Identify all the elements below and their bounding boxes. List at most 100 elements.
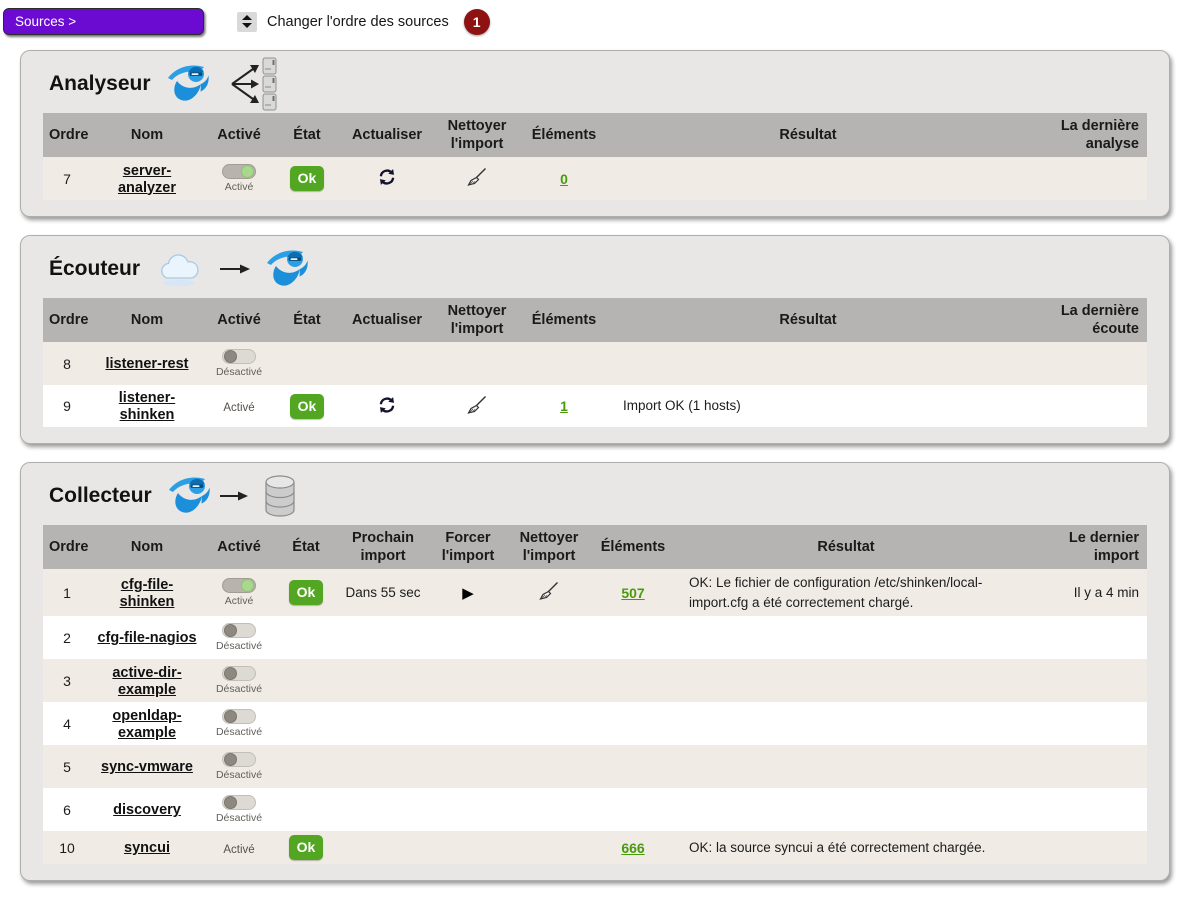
source-name-link[interactable]: server-analyzer — [118, 163, 176, 196]
refresh-icon — [378, 396, 396, 414]
source-name-link[interactable]: active-dir-example — [112, 665, 181, 698]
active-toggle[interactable] — [222, 349, 256, 364]
panel-collecteur: Collecteur Ordre — [20, 462, 1170, 881]
column-header: Éléments — [591, 525, 675, 569]
elements-link[interactable]: 1 — [560, 398, 568, 414]
column-header: Nettoyer l'import — [435, 298, 519, 342]
cell-ordre: 4 — [43, 702, 91, 745]
elements-link[interactable]: 0 — [560, 171, 568, 187]
cell-nom: listener-rest — [91, 342, 203, 385]
cell-active: Désactivé — [203, 702, 275, 745]
header-row: Ordre Nom Activé État Prochain import Fo… — [43, 525, 1147, 569]
cell-active: Désactivé — [203, 745, 275, 788]
reorder-sources-control[interactable] — [237, 12, 257, 32]
section-title: Écouteur — [49, 257, 140, 281]
column-header: Ordre — [43, 298, 91, 342]
cell-active: Désactivé — [203, 342, 275, 385]
refresh-button[interactable] — [378, 168, 396, 186]
cell-ordre: 1 — [43, 569, 91, 616]
cell-etat: Ok — [275, 157, 339, 200]
cell-nettoyer — [435, 342, 519, 385]
source-name-link[interactable]: listener-rest — [105, 356, 188, 372]
column-header: Prochain import — [337, 525, 429, 569]
ecouteur-table: Ordre Nom Activé État Actualiser Nettoye… — [43, 298, 1147, 427]
toggle-knob — [224, 624, 237, 637]
active-toggle[interactable] — [222, 578, 256, 593]
servers-stack-icon — [229, 57, 287, 111]
column-header: Résultat — [675, 525, 1017, 569]
source-name-link[interactable]: cfg-file-shinken — [120, 577, 175, 610]
column-header: Activé — [203, 113, 275, 157]
source-name-link[interactable]: cfg-file-nagios — [97, 630, 196, 646]
toggle-state-label: Désactivé — [216, 366, 262, 378]
table-row: 3 active-dir-example Désactivé — [43, 659, 1147, 702]
source-name-link[interactable]: listener-shinken — [119, 390, 175, 423]
column-header: Résultat — [609, 298, 1007, 342]
cell-resultat: Import OK (1 hosts) — [609, 385, 1007, 427]
clean-import-button[interactable] — [539, 581, 559, 601]
source-name-link[interactable]: syncui — [124, 840, 170, 856]
cell-etat: Ok — [275, 831, 337, 864]
broom-icon — [467, 395, 487, 415]
force-import-button[interactable]: ▶ — [462, 585, 474, 602]
elements-link[interactable]: 507 — [621, 585, 644, 601]
cell-prochain: Dans 55 sec — [337, 569, 429, 616]
source-name-link[interactable]: discovery — [113, 802, 181, 818]
clean-import-button[interactable] — [467, 167, 487, 187]
toggle-state-label: Désactivé — [216, 812, 262, 824]
column-header: Nom — [91, 113, 203, 157]
cell-last — [1007, 385, 1147, 427]
active-toggle[interactable] — [222, 709, 256, 724]
arrow-right-icon — [220, 263, 250, 275]
cell-active: Désactivé — [203, 788, 275, 831]
toggle-state-label: Désactivé — [216, 683, 262, 695]
cell-ordre: 8 — [43, 342, 91, 385]
source-name-link[interactable]: openldap-example — [112, 708, 181, 741]
arrow-right-icon — [220, 490, 248, 502]
cell-nom: syncui — [91, 831, 203, 864]
active-toggle[interactable] — [222, 623, 256, 638]
column-header: Nettoyer l'import — [435, 113, 519, 157]
cell-elements — [519, 342, 609, 385]
sort-vertical-icon — [242, 15, 252, 28]
column-header: Nettoyer l'import — [507, 525, 591, 569]
elements-link[interactable]: 666 — [621, 840, 644, 856]
cell-active: Désactivé — [203, 659, 275, 702]
column-header: Le dernier import — [1017, 525, 1147, 569]
status-badge: Ok — [289, 580, 324, 605]
column-header: Nom — [91, 298, 203, 342]
active-toggle[interactable] — [222, 795, 256, 810]
shinken-mascot-icon — [264, 246, 314, 292]
header-row: Ordre Nom Activé État Actualiser Nettoye… — [43, 113, 1147, 157]
table-row: 2 cfg-file-nagios Désactivé — [43, 616, 1147, 659]
refresh-button[interactable] — [378, 396, 396, 414]
cell-nom: server-analyzer — [91, 157, 203, 200]
cell-last — [1017, 831, 1147, 864]
cell-nom: sync-vmware — [91, 745, 203, 788]
column-header: État — [275, 298, 339, 342]
active-toggle[interactable] — [222, 666, 256, 681]
column-header: État — [275, 525, 337, 569]
cell-ordre: 3 — [43, 659, 91, 702]
cell-elements: 666 — [591, 831, 675, 864]
source-name-link[interactable]: sync-vmware — [101, 759, 193, 775]
cell-actualiser — [339, 342, 435, 385]
notification-badge: 1 — [464, 9, 490, 35]
cell-nettoyer — [435, 157, 519, 200]
cell-forcer: ▶ — [429, 569, 507, 616]
cell-resultat — [609, 157, 1007, 200]
column-header: État — [275, 113, 339, 157]
cell-resultat: OK: Le fichier de configuration /etc/shi… — [675, 569, 1017, 616]
cell-resultat: OK: la source syncui a été correctement … — [675, 831, 1017, 864]
sources-button[interactable]: Sources > — [3, 8, 204, 35]
clean-import-button[interactable] — [467, 395, 487, 415]
refresh-icon — [378, 168, 396, 186]
cell-ordre: 5 — [43, 745, 91, 788]
active-toggle[interactable] — [222, 164, 256, 179]
column-header: Actualiser — [339, 298, 435, 342]
active-toggle[interactable] — [222, 752, 256, 767]
section-title: Collecteur — [49, 484, 152, 508]
cell-etat: Ok — [275, 385, 339, 427]
cell-ordre: 2 — [43, 616, 91, 659]
column-header: Nom — [91, 525, 203, 569]
